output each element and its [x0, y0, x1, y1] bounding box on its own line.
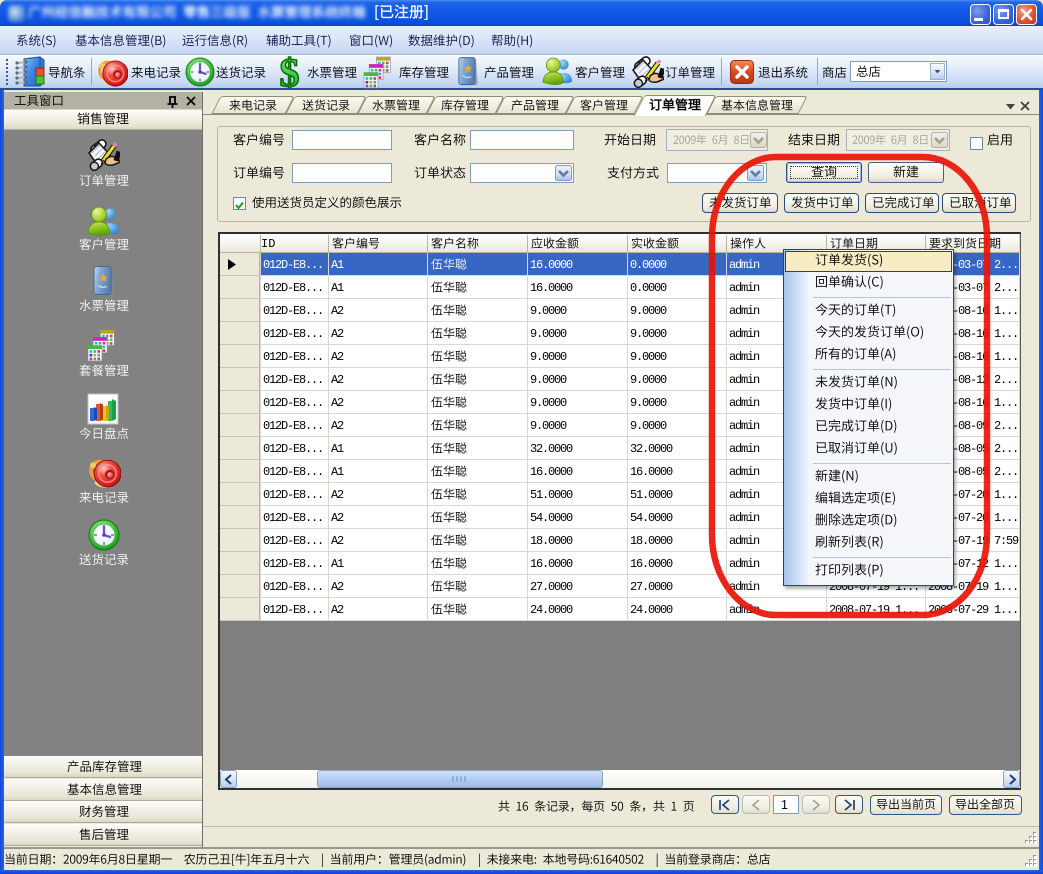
svg-text:$: $: [280, 56, 300, 88]
